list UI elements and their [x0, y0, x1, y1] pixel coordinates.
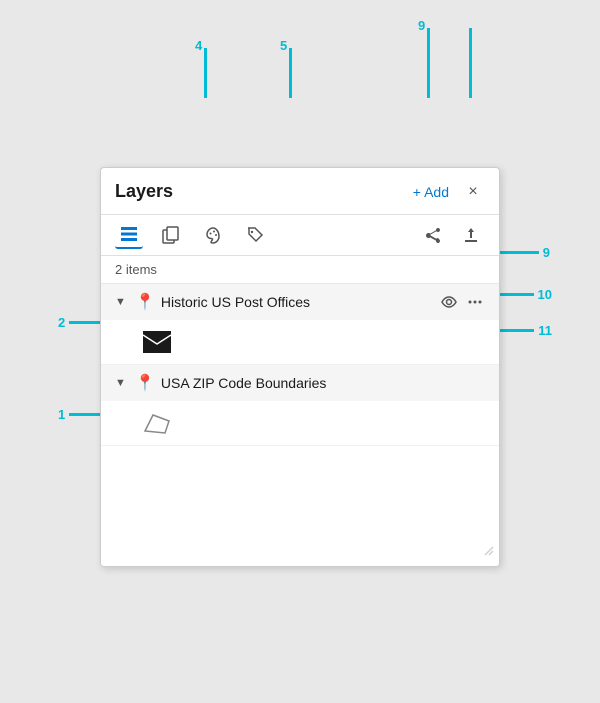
upload-button[interactable] [457, 221, 485, 249]
annotation-4-arrow [204, 48, 207, 98]
layers-panel-container: Layers + Add × [100, 167, 500, 567]
layer-actions-1 [439, 292, 485, 312]
annotation-5-arrow [289, 48, 292, 98]
list-view-button[interactable] [115, 221, 143, 249]
annotation-9b-arrow [469, 28, 472, 98]
visibility-button-1[interactable] [439, 292, 459, 312]
annotation-9-arrow [427, 28, 430, 98]
symbol-row-2 [101, 401, 499, 445]
tag-button[interactable] [241, 221, 269, 249]
resize-handle[interactable] [483, 544, 495, 562]
layer-icon-1: 📍 [135, 292, 155, 312]
annotation-9: 9 [418, 18, 425, 33]
share-button[interactable] [419, 221, 447, 249]
layer-icon-2: 📍 [135, 373, 155, 393]
chevron-icon-1[interactable]: ▼ [115, 296, 129, 308]
add-button[interactable]: + Add [409, 182, 453, 202]
panel-title: Layers [115, 181, 173, 202]
style-button[interactable] [199, 221, 227, 249]
more-options-button-1[interactable] [465, 292, 485, 312]
annotation-4: 4 [195, 38, 202, 53]
polygon-symbol [143, 409, 171, 437]
layers-panel: 2 1 9 10 11 12 3 4 [100, 167, 500, 567]
empty-area [101, 446, 499, 566]
layer-name-2: USA ZIP Code Boundaries [161, 375, 485, 391]
annotation-5: 5 [280, 38, 287, 53]
envelope-symbol [143, 328, 171, 356]
header-actions: + Add × [409, 180, 485, 204]
layer-row-2: ▼ 📍 USA ZIP Code Boundaries [101, 365, 499, 446]
chevron-icon-2[interactable]: ▼ [115, 377, 129, 389]
toolbar-right [419, 221, 485, 249]
copy-layers-button[interactable] [157, 221, 185, 249]
item-count-row: 2 items [101, 256, 499, 284]
item-count-label: 2 items [115, 262, 157, 277]
layer-header-1[interactable]: ▼ 📍 Historic US Post Offices [101, 284, 499, 320]
panel-header: Layers + Add × [101, 168, 499, 215]
annotation-2: 2 [58, 315, 65, 330]
annotation-1: 1 [58, 407, 65, 422]
symbol-row-1 [101, 320, 499, 364]
layer-row-1: ▼ 📍 Historic US Post Offices [101, 284, 499, 365]
close-button[interactable]: × [461, 180, 485, 204]
layer-name-1: Historic US Post Offices [161, 294, 433, 310]
layer-header-2[interactable]: ▼ 📍 USA ZIP Code Boundaries [101, 365, 499, 401]
panel-toolbar [101, 215, 499, 256]
